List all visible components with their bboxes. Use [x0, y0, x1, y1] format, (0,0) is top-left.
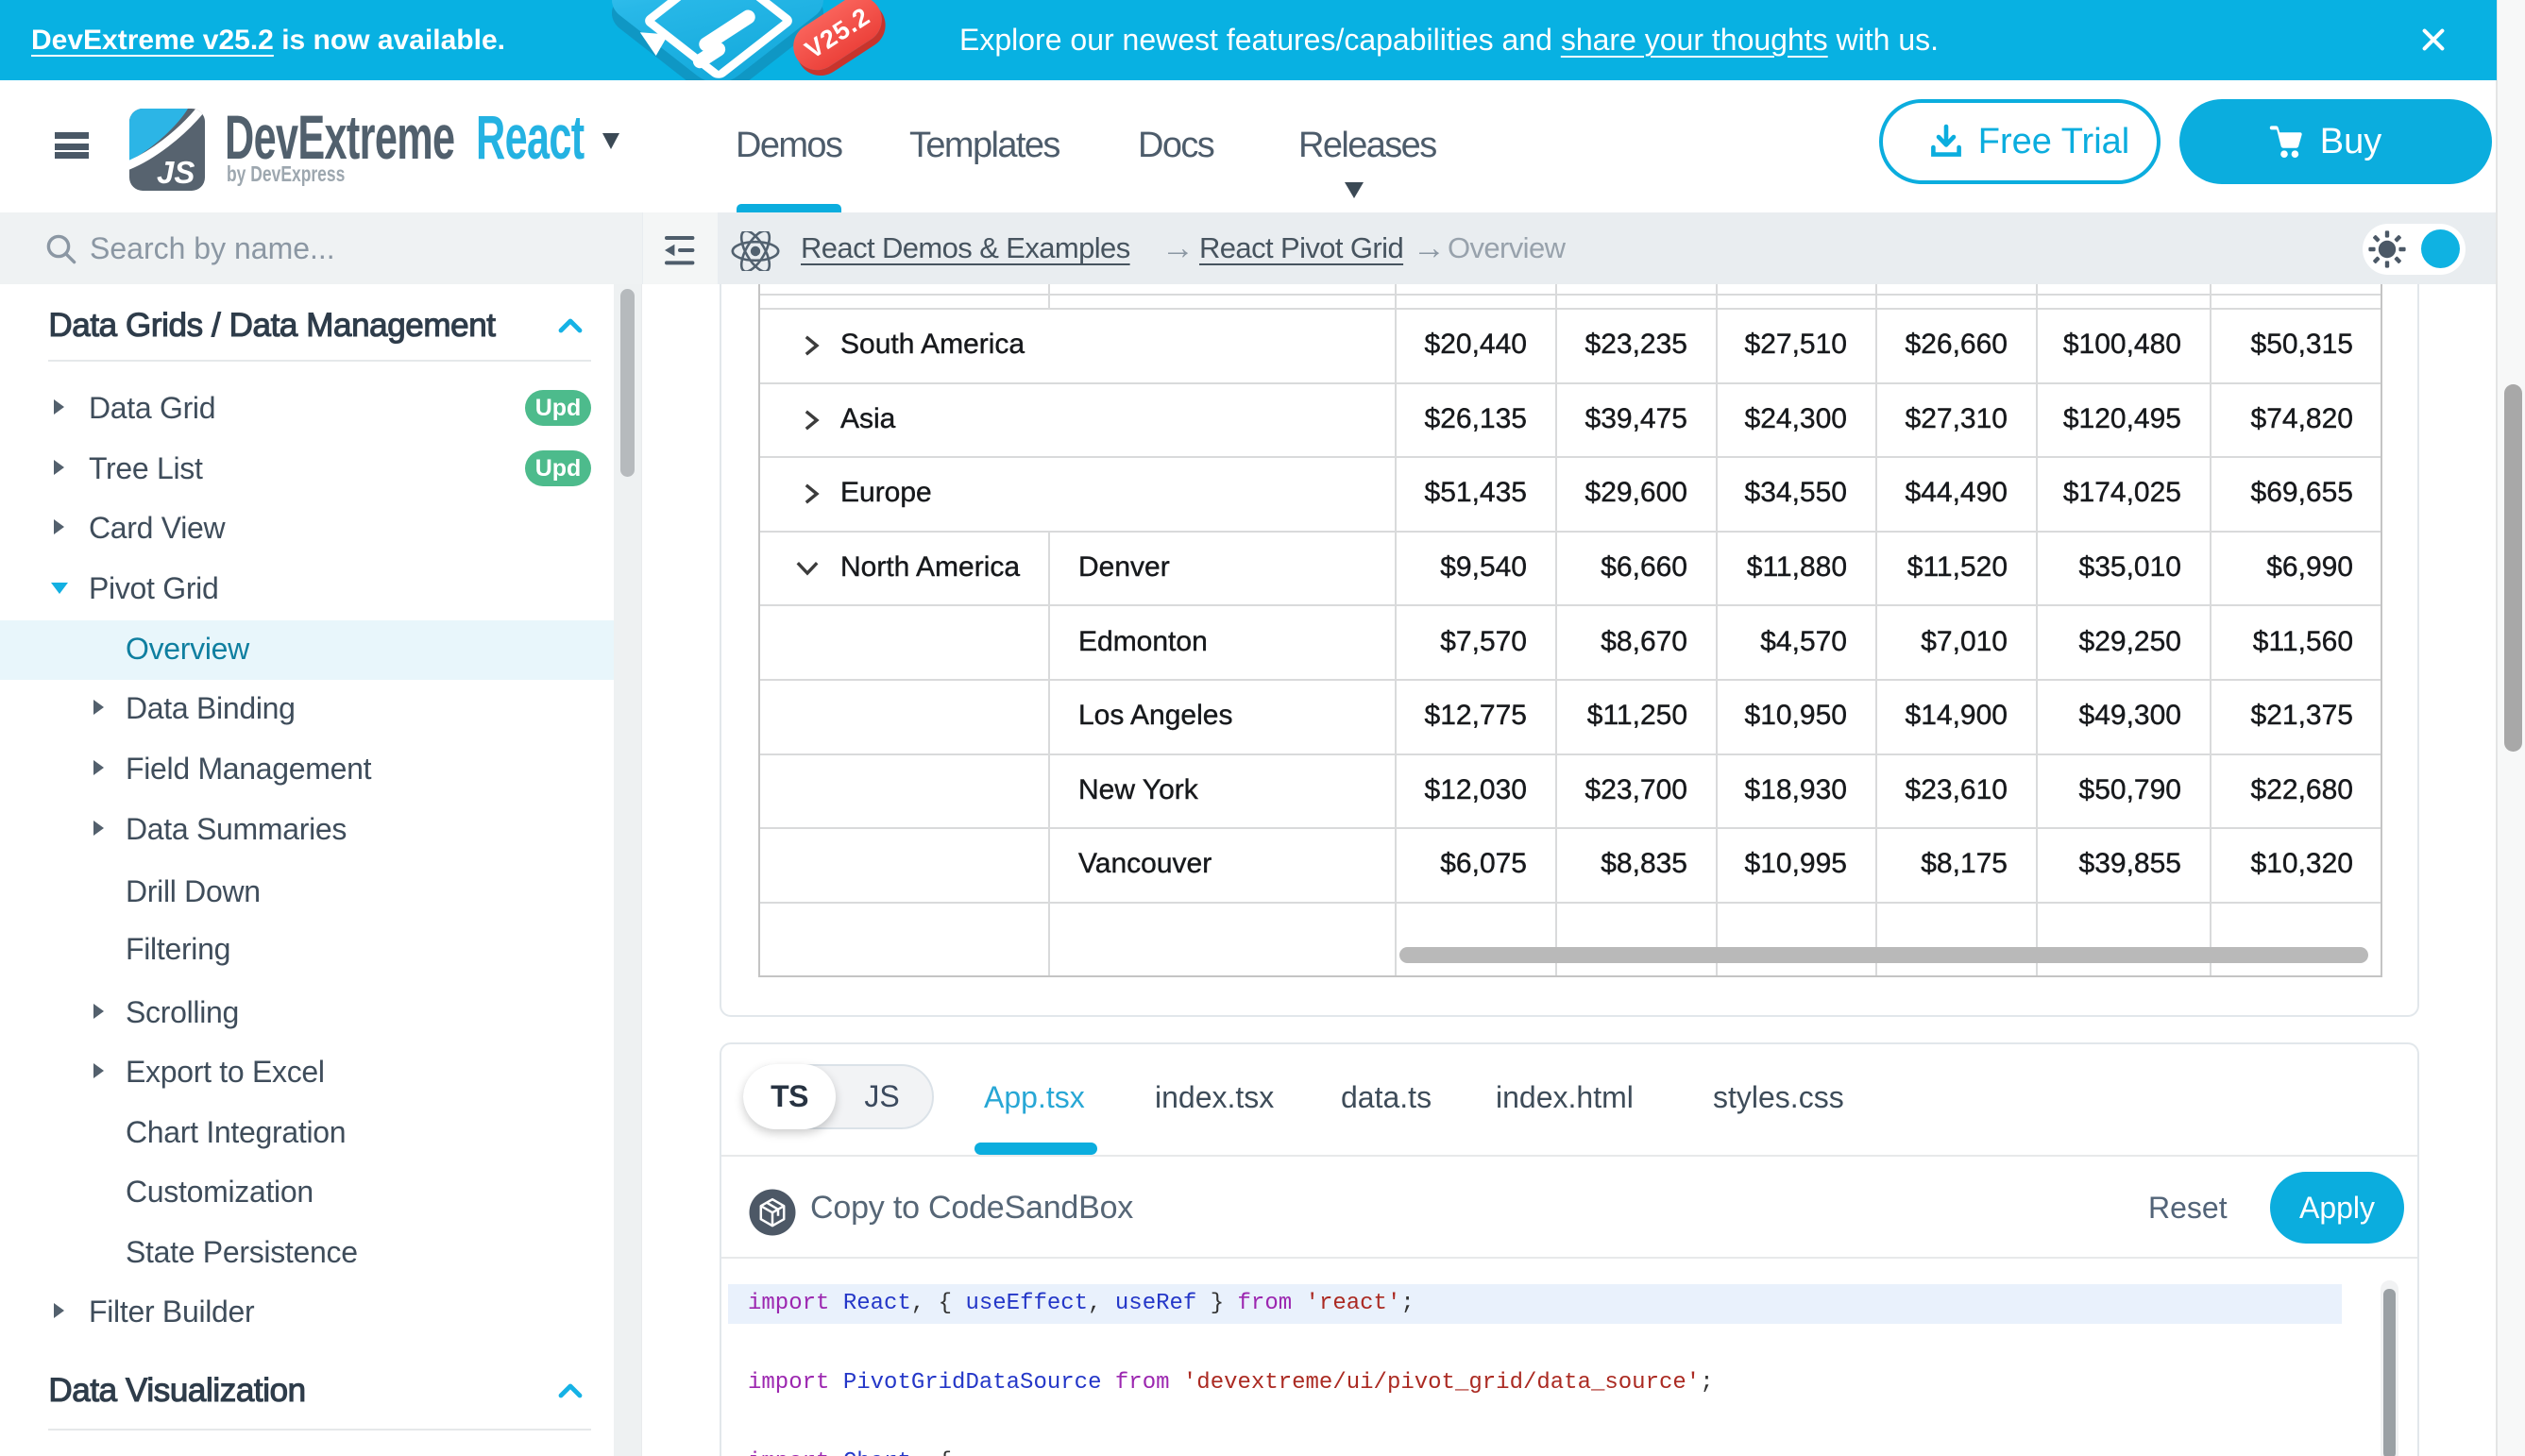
- svg-text:JS: JS: [157, 155, 195, 190]
